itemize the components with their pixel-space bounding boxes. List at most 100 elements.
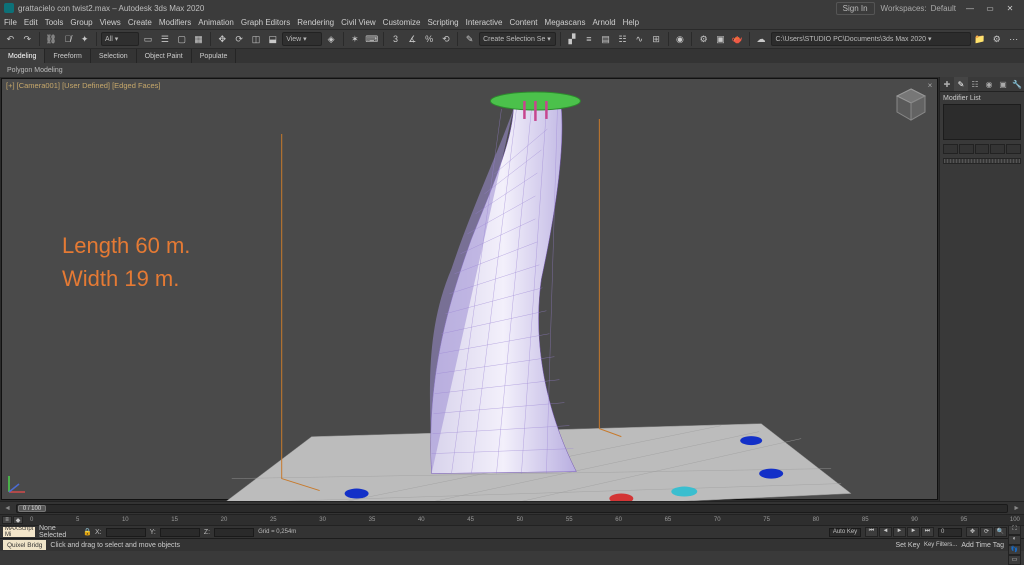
menu-customize[interactable]: Customize (383, 18, 421, 27)
nav-orbit-button[interactable]: ⟳ (980, 527, 993, 537)
menu-megascans[interactable]: Megascans (545, 18, 586, 27)
selection-filter[interactable]: All ▾ (101, 32, 139, 46)
minimize-button[interactable]: — (960, 4, 980, 13)
maximize-button[interactable]: ▭ (980, 4, 1000, 13)
time-slider-thumb[interactable]: 0 / 100 (18, 505, 46, 512)
timeslider-right-arrow-icon[interactable]: ► (1008, 505, 1020, 512)
autokey-button[interactable]: Auto Key (829, 528, 861, 537)
mirror-button[interactable]: ▞ (565, 31, 580, 47)
next-frame-button[interactable]: ► (907, 527, 920, 537)
goto-start-button[interactable]: ⏮ (865, 527, 878, 537)
layer-explorer-button[interactable]: ▤ (598, 31, 613, 47)
modifier-stack[interactable] (943, 104, 1021, 140)
folder-button[interactable]: 📁 (973, 31, 988, 47)
ribbon-tab-selection[interactable]: Selection (91, 49, 137, 63)
menu-animation[interactable]: Animation (198, 18, 234, 27)
open-a360-button[interactable]: ☁ (754, 31, 769, 47)
curve-editor-button[interactable]: ∿ (632, 31, 647, 47)
prev-frame-button[interactable]: ◄ (879, 527, 892, 537)
select-region-button[interactable]: ▢ (174, 31, 189, 47)
nav-maximize-button[interactable]: ▭ (1008, 555, 1021, 565)
manipulate-button[interactable]: ✶ (347, 31, 362, 47)
menu-group[interactable]: Group (70, 18, 92, 27)
menu-civilview[interactable]: Civil View (341, 18, 376, 27)
timeslider-left-arrow-icon[interactable]: ◄ (4, 505, 16, 512)
current-frame-field[interactable]: 0 (938, 528, 962, 537)
named-selection-set[interactable]: Create Selection Se ▾ (479, 32, 556, 46)
render-setup-button[interactable]: ⚙ (696, 31, 711, 47)
cmd-tab-create[interactable]: ✚ (940, 77, 954, 91)
menu-grapheditors[interactable]: Graph Editors (241, 18, 290, 27)
lock-icon[interactable]: 🔒 (83, 528, 91, 536)
render-button[interactable]: 🫖 (730, 31, 745, 47)
project-path[interactable]: C:\Users\STUDIO PC\Documents\3ds Max 202… (771, 32, 971, 46)
menu-edit[interactable]: Edit (24, 18, 38, 27)
cmd-tab-utilities[interactable]: 🔧 (1010, 77, 1024, 91)
pivot-center-button[interactable]: ◈ (324, 31, 339, 47)
unlink-button[interactable]: ⛓̸ (60, 31, 75, 47)
stack-pin-button[interactable] (943, 144, 958, 154)
stack-remove-button[interactable] (990, 144, 1005, 154)
play-button[interactable]: ► (893, 527, 906, 537)
viewcube[interactable] (891, 85, 931, 125)
snap-toggle-3[interactable]: 3 (388, 31, 403, 47)
track-bar[interactable]: ≡ ◆ 0 5 10 15 20 25 30 35 40 45 50 55 60… (0, 514, 1024, 525)
ribbon-tab-freeform[interactable]: Freeform (45, 49, 90, 63)
stack-config-button[interactable] (1006, 144, 1021, 154)
ribbon-tab-populate[interactable]: Populate (192, 49, 237, 63)
viewport[interactable]: [+] [Camera001] [User Defined] [Edged Fa… (1, 78, 938, 500)
placement-button[interactable]: ⬓ (265, 31, 280, 47)
redo-button[interactable]: ↷ (20, 31, 35, 47)
quixel-bridge-tab[interactable]: Quixel Bridg (3, 540, 46, 550)
workspace-select[interactable]: Default (931, 4, 956, 13)
menu-scripting[interactable]: Scripting (427, 18, 458, 27)
material-editor-button[interactable]: ◉ (672, 31, 687, 47)
settings-icon[interactable]: ⚙ (989, 31, 1004, 47)
toggle-scene-explorer-button[interactable]: ☷ (615, 31, 630, 47)
menu-views[interactable]: Views (100, 18, 121, 27)
ribbon-tab-modeling[interactable]: Modeling (0, 49, 45, 63)
cmd-tab-hierarchy[interactable]: ☷ (968, 77, 982, 91)
more-icon[interactable]: ⋯ (1006, 31, 1021, 47)
nav-zoom-button[interactable]: 🔍 (994, 527, 1007, 537)
nav-fov-button[interactable]: ◐ (1008, 535, 1021, 545)
link-button[interactable]: ⛓ (44, 31, 59, 47)
ribbon-tab-objectpaint[interactable]: Object Paint (137, 49, 192, 63)
select-by-name-button[interactable]: ☰ (157, 31, 172, 47)
cmd-tab-motion[interactable]: ◉ (982, 77, 996, 91)
menu-modifiers[interactable]: Modifiers (159, 18, 191, 27)
keyfilters-button[interactable]: Key Filters... (924, 542, 957, 548)
cmd-tab-display[interactable]: ▣ (996, 77, 1010, 91)
named-sel-set-edit[interactable]: ✎ (462, 31, 477, 47)
setkey-button[interactable]: Set Key (895, 542, 920, 549)
add-time-tag[interactable]: Add Time Tag (961, 542, 1004, 549)
schematic-view-button[interactable]: ⊞ (649, 31, 664, 47)
undo-button[interactable]: ↶ (3, 31, 18, 47)
coord-x-field[interactable] (106, 528, 146, 537)
menu-arnold[interactable]: Arnold (592, 18, 615, 27)
menu-file[interactable]: File (4, 18, 17, 27)
render-frame-button[interactable]: ▣ (713, 31, 728, 47)
menu-content[interactable]: Content (510, 18, 538, 27)
nav-zoomext-button[interactable]: ⛶ (1008, 525, 1021, 535)
bind-spacewarp-button[interactable]: ✦ (77, 31, 92, 47)
time-slider-track[interactable]: 0 / 100 (16, 504, 1008, 513)
angle-snap-button[interactable]: ∡ (405, 31, 420, 47)
menu-create[interactable]: Create (128, 18, 152, 27)
keyboard-shortcut-button[interactable]: ⌨ (364, 31, 379, 47)
goto-end-button[interactable]: ⏭ (921, 527, 934, 537)
align-button[interactable]: ≡ (581, 31, 596, 47)
ribbon-group-polymodeling[interactable]: Polygon Modeling (3, 64, 67, 76)
cmd-tab-modify[interactable]: ✎ (954, 77, 968, 91)
select-object-button[interactable]: ▭ (141, 31, 156, 47)
menu-help[interactable]: Help (623, 18, 639, 27)
coord-y-field[interactable] (160, 528, 200, 537)
nav-pan-button[interactable]: ✥ (966, 527, 979, 537)
coord-z-field[interactable] (214, 528, 254, 537)
time-slider[interactable]: ◄ 0 / 100 ► (0, 501, 1024, 514)
rotate-button[interactable]: ⟳ (232, 31, 247, 47)
window-crossing-button[interactable]: ▦ (191, 31, 206, 47)
sign-in-button[interactable]: Sign In (836, 2, 875, 15)
maxscript-listener[interactable]: MAXScript Mi (3, 527, 35, 537)
stack-unique-button[interactable] (975, 144, 990, 154)
